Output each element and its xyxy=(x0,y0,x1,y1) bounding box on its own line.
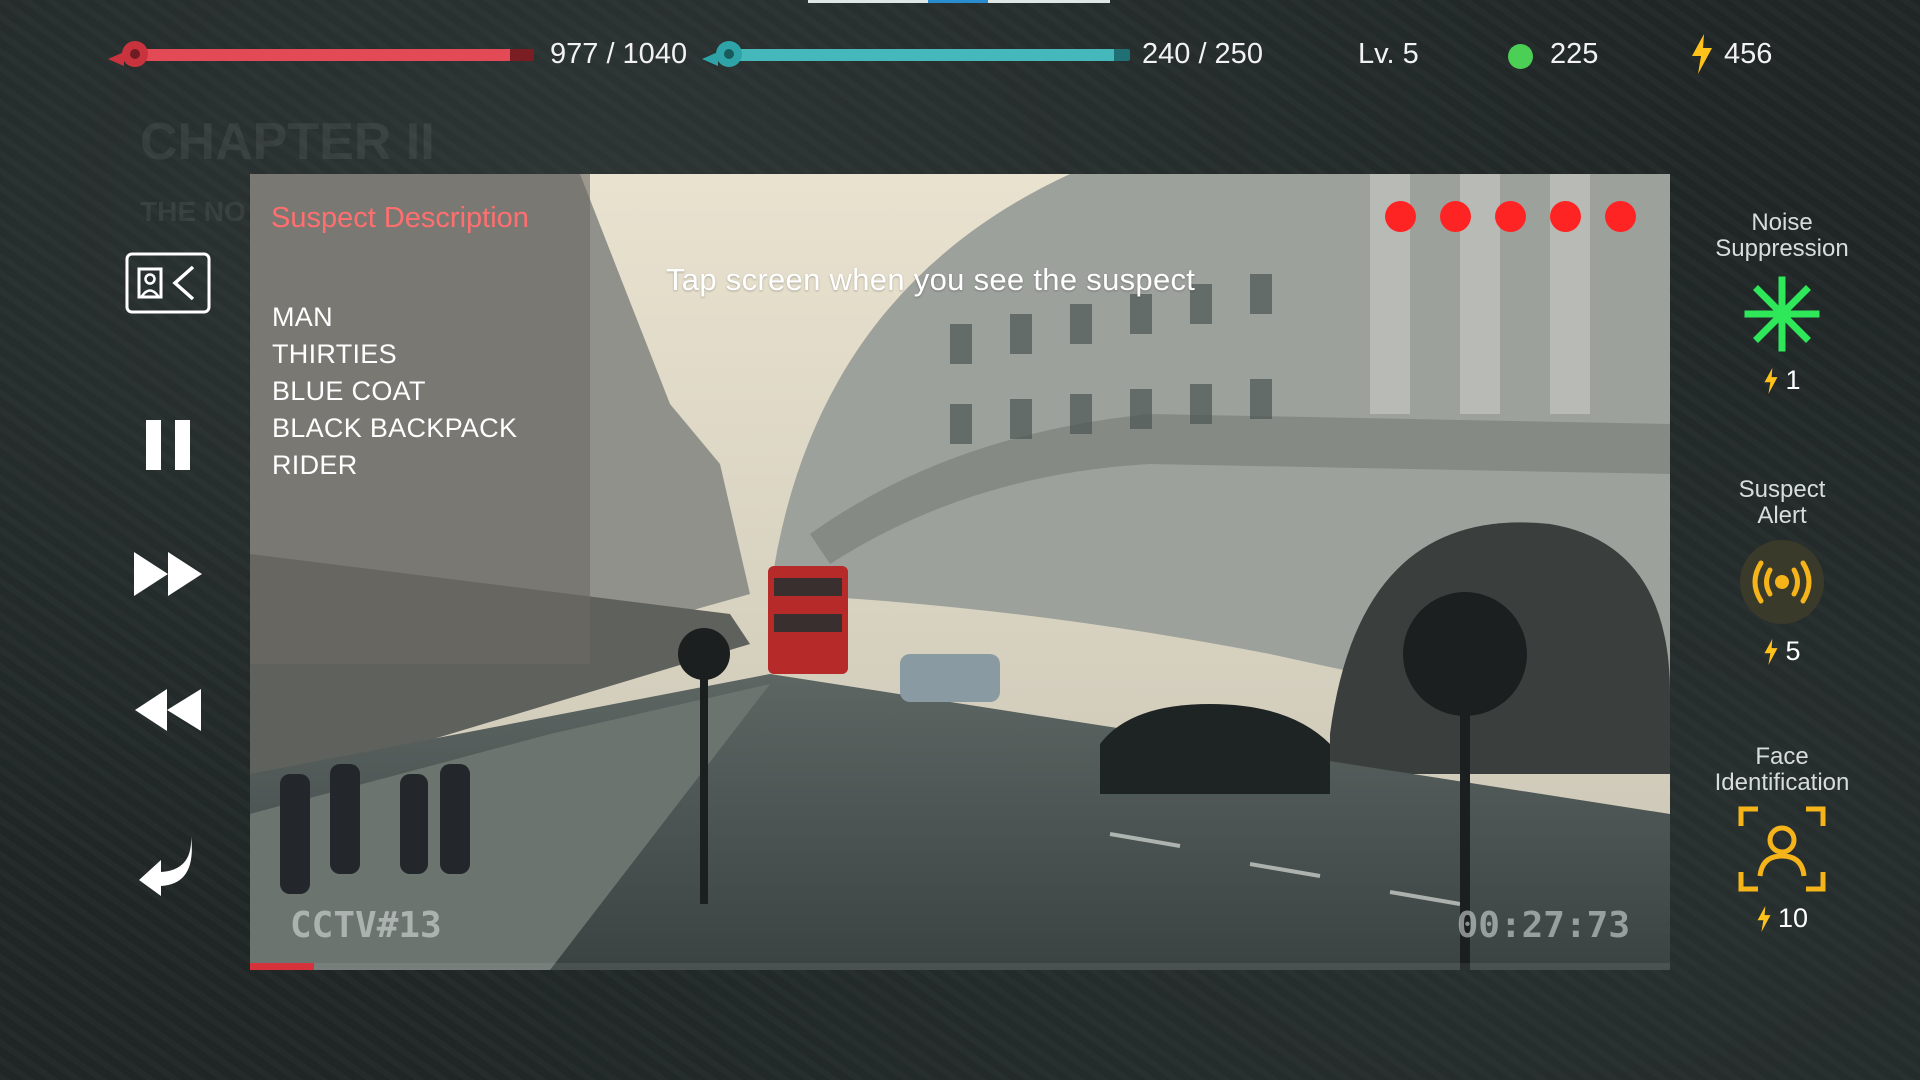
description-item: RIDER xyxy=(272,450,358,480)
health-bar-fill xyxy=(140,49,511,61)
power-label: Identification xyxy=(1714,769,1850,796)
chapter-title: CHAPTER II xyxy=(140,113,435,171)
status-hud: 977 / 1040 240 / 250 Lv. 5 225 456 xyxy=(0,30,1920,80)
energy-knob-icon xyxy=(716,41,742,67)
power-cost: 5 xyxy=(1690,636,1874,667)
fast-forward-icon xyxy=(134,552,202,596)
lives-indicator xyxy=(1385,201,1636,232)
level-label: Lv. 5 xyxy=(1358,38,1419,70)
life-dot xyxy=(1440,201,1471,232)
life-dot xyxy=(1550,201,1581,232)
pause-icon xyxy=(146,420,190,470)
rewind-button[interactable] xyxy=(118,682,218,738)
health-knob-icon xyxy=(122,41,148,67)
power-suspect-alert[interactable]: Suspect Alert 5 xyxy=(1690,477,1874,667)
instruction-text: Tap screen when you see the suspect xyxy=(666,262,1196,297)
noise-suppression-icon xyxy=(1744,276,1820,352)
health-value: 977 / 1040 xyxy=(550,38,688,70)
description-item: BLUE COAT xyxy=(272,376,426,406)
id-card-back-icon xyxy=(125,252,211,314)
life-dot xyxy=(1495,201,1526,232)
power-label: Alert xyxy=(1757,502,1807,529)
energy-bar xyxy=(702,41,1130,67)
life-dot xyxy=(1385,201,1416,232)
suspect-description-title: Suspect Description xyxy=(271,202,529,234)
face-identification-icon xyxy=(1738,806,1826,892)
coin-icon xyxy=(1508,44,1533,69)
energy-value: 240 / 250 xyxy=(1142,38,1263,70)
power-cost-value: 5 xyxy=(1785,636,1801,666)
playback-progress-fill xyxy=(250,963,314,970)
power-cost: 1 xyxy=(1690,365,1874,396)
power-label: Suspect xyxy=(1738,476,1826,503)
power-noise-suppression[interactable]: Noise Suppression 1 xyxy=(1690,210,1874,396)
bolt-icon xyxy=(1764,367,1778,394)
top-indicator xyxy=(808,0,1110,3)
alert-broadcast-icon xyxy=(1740,540,1824,624)
power-label: Noise xyxy=(1751,209,1813,236)
power-cost-value: 1 xyxy=(1785,365,1801,395)
return-arrow-icon xyxy=(139,836,192,896)
video-timestamp: 00:27:73 xyxy=(1456,905,1630,946)
cctv-feed[interactable]: Suspect Description MAN THIRTIES BLUE CO… xyxy=(250,174,1670,970)
coin-count: 225 xyxy=(1550,38,1599,70)
power-label: Face xyxy=(1755,743,1809,770)
playback-progress[interactable] xyxy=(250,963,1670,970)
rewind-icon xyxy=(135,689,201,731)
camera-label: CCTV#13 xyxy=(290,905,442,946)
power-face-identification[interactable]: Face Identification 10 xyxy=(1690,744,1874,934)
suspect-description-panel: Suspect Description MAN THIRTIES BLUE CO… xyxy=(250,174,590,664)
power-cost-value: 10 xyxy=(1777,903,1809,933)
description-item: MAN xyxy=(272,302,333,332)
bolt-icon xyxy=(1692,34,1712,74)
suspect-description-toggle-button[interactable] xyxy=(118,250,218,316)
power-points: 456 xyxy=(1724,38,1773,70)
health-bar xyxy=(108,41,534,67)
back-button[interactable] xyxy=(118,830,218,900)
chapter-subtitle: THE NO xyxy=(140,196,246,227)
power-cost: 10 xyxy=(1690,903,1874,934)
life-dot xyxy=(1605,201,1636,232)
energy-bar-fill xyxy=(734,49,1115,61)
power-label: Suppression xyxy=(1715,235,1849,262)
bolt-icon xyxy=(1757,905,1771,932)
pause-button[interactable] xyxy=(118,412,218,478)
description-item: BLACK BACKPACK xyxy=(272,413,518,443)
description-item: THIRTIES xyxy=(272,339,397,369)
bolt-icon xyxy=(1764,638,1778,665)
fast-forward-button[interactable] xyxy=(118,546,218,602)
